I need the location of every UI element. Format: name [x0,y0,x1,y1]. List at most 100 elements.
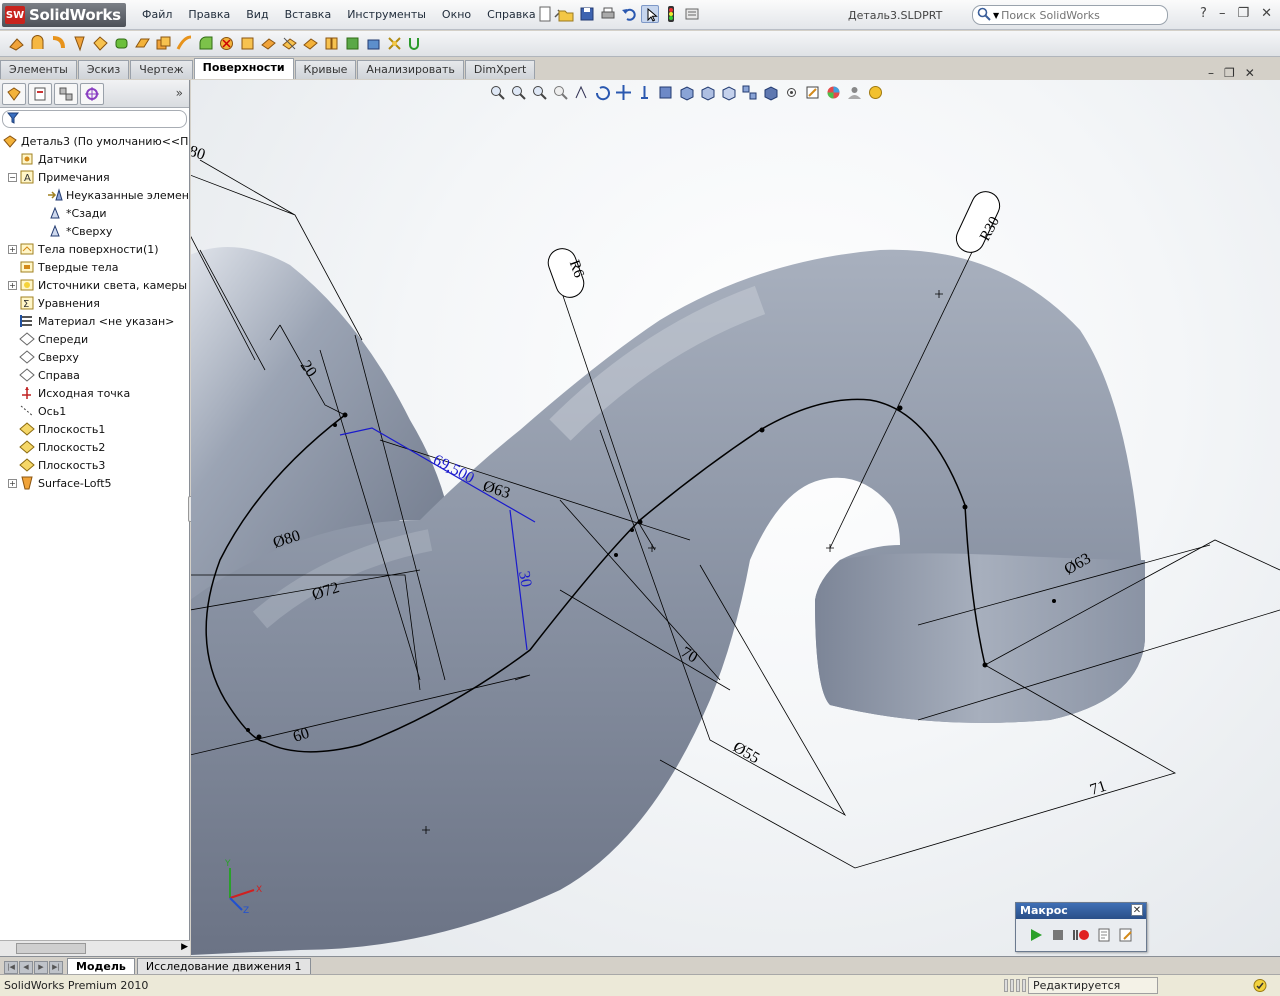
rebuild-status-icon[interactable] [1252,978,1268,993]
menu-edit[interactable]: Правка [180,6,238,25]
tree-item[interactable]: Неуказанные элемент [0,186,189,204]
curves-icon[interactable] [407,35,424,52]
undo-icon[interactable] [620,5,638,23]
print-icon[interactable] [599,5,617,23]
tree-item[interactable]: Твердые тела [0,258,189,276]
menu-insert[interactable]: Вставка [277,6,340,25]
document-close-button[interactable]: ✕ [1245,66,1255,80]
document-restore-button[interactable]: ❐ [1224,66,1235,80]
save-icon[interactable] [578,5,596,23]
tab-motion-study[interactable]: Исследование движения 1 [136,958,311,974]
macro-title-bar[interactable]: Макрос ✕ [1016,903,1146,919]
offset-surface-icon[interactable] [155,35,172,52]
tree-item[interactable]: + Surface-Loft5 [0,474,189,492]
options-icon[interactable] [683,5,701,23]
restore-button[interactable]: ❐ [1237,6,1249,21]
search-box[interactable]: ▼ [972,5,1168,25]
knit-surface-icon[interactable] [323,35,340,52]
new-document-icon[interactable] [536,5,554,23]
feature-tree-tab-icon[interactable] [2,82,26,105]
thicken-icon[interactable] [344,35,361,52]
boundary-surface-icon[interactable] [92,35,109,52]
configuration-manager-tab-icon[interactable] [54,82,78,105]
stop-macro-icon[interactable] [1050,927,1066,946]
tree-item[interactable]: *Сверху [0,222,189,240]
dimxpert-manager-tab-icon[interactable] [80,82,104,105]
cut-with-surface-icon[interactable] [365,35,382,52]
first-tab-arrow-icon[interactable]: |◀ [4,961,18,974]
macro-close-button[interactable]: ✕ [1131,904,1143,916]
rebuild-traffic-light-icon[interactable] [662,5,680,23]
reference-geometry-icon[interactable] [386,35,403,52]
tab-curves[interactable]: Кривые [294,60,357,79]
tree-item[interactable]: Спереди [0,330,189,348]
dim-71[interactable]: 71 [1088,778,1108,799]
tree-item[interactable]: Плоскость3 [0,456,189,474]
run-macro-icon[interactable] [1028,927,1044,946]
revolved-surface-icon[interactable] [29,35,46,52]
tree-item[interactable]: Справа [0,366,189,384]
tab-evaluate[interactable]: Анализировать [357,60,464,79]
search-input[interactable] [1001,8,1162,22]
tree-item[interactable]: Ось1 [0,402,189,420]
dim-diameter-55[interactable]: Ø55 [730,739,762,768]
scroll-right-arrow-icon[interactable]: ▶ [181,942,188,952]
menu-tools[interactable]: Инструменты [339,6,434,25]
tree-item[interactable]: *Сзади [0,204,189,222]
tree-item[interactable]: Плоскость1 [0,420,189,438]
tree-item[interactable]: Σ Уравнения [0,294,189,312]
help-button[interactable]: ? [1200,6,1207,21]
fillet-icon[interactable] [197,35,214,52]
menu-window[interactable]: Окно [434,6,479,25]
tree-item[interactable]: Сверху [0,348,189,366]
menu-view[interactable]: Вид [238,6,276,25]
expand-icon[interactable]: + [8,244,17,254]
next-tab-arrow-icon[interactable]: ▶ [34,961,48,974]
tree-item[interactable]: Датчики [0,150,189,168]
more-tabs-chevron-icon[interactable]: » [176,86,183,100]
dim-80-top[interactable]: 80 [191,143,207,164]
tab-surfaces[interactable]: Поверхности [193,58,294,79]
new-macro-icon[interactable] [1096,927,1112,946]
tree-item[interactable]: Плоскость2 [0,438,189,456]
tree-item[interactable]: Деталь3 (По умолчанию<<По у [0,132,189,150]
collapse-icon[interactable]: − [8,172,17,182]
tab-features[interactable]: Элементы [0,60,77,79]
tree-item[interactable]: − A Примечания [0,168,189,186]
ruled-surface-icon[interactable] [176,35,193,52]
tree-item[interactable]: Исходная точка [0,384,189,402]
tree-item[interactable]: + Тела поверхности(1) [0,240,189,258]
edit-macro-icon[interactable] [1118,927,1134,946]
untrim-surface-icon[interactable] [302,35,319,52]
replace-face-icon[interactable] [239,35,256,52]
menu-help[interactable]: Справка [479,6,543,25]
tab-drawing[interactable]: Чертеж [130,60,193,79]
swept-surface-icon[interactable] [50,35,67,52]
tab-sketch[interactable]: Эскиз [77,60,130,79]
close-button[interactable]: ✕ [1261,6,1272,21]
tree-item[interactable]: Материал <не указан> [0,312,189,330]
tree-filter[interactable] [2,110,187,128]
minimize-button[interactable]: – [1219,6,1226,21]
expand-icon[interactable]: + [8,280,17,290]
document-minimize-button[interactable]: – [1208,66,1214,80]
model-viewport[interactable]: 80 20 R6 R30 69,500 Ø63 Ø80 Ø72 30 60 70… [191,80,1280,956]
extend-surface-icon[interactable] [260,35,277,52]
dim-r6-balloon[interactable]: R6 [544,245,587,302]
tree-item[interactable]: + Источники света, камеры и с [0,276,189,294]
planar-surface-icon[interactable] [134,35,151,52]
open-document-icon[interactable] [557,5,575,23]
graphics-area[interactable]: 80 20 R6 R30 69,500 Ø63 Ø80 Ø72 30 60 70… [191,80,1280,956]
scroll-thumb[interactable] [16,943,86,954]
solidworks-logo[interactable]: SW SolidWorks [2,3,126,27]
extruded-surface-icon[interactable] [8,35,25,52]
menu-file[interactable]: Файл [134,6,180,25]
expand-icon[interactable]: + [8,478,17,488]
select-cursor-icon[interactable] [641,5,659,23]
record-macro-icon[interactable] [1072,927,1090,946]
filled-surface-icon[interactable] [113,35,130,52]
tab-model[interactable]: Модель [67,958,135,974]
prev-tab-arrow-icon[interactable]: ◀ [19,961,33,974]
tab-dimxpert[interactable]: DimXpert [464,60,536,79]
delete-face-icon[interactable] [218,35,235,52]
